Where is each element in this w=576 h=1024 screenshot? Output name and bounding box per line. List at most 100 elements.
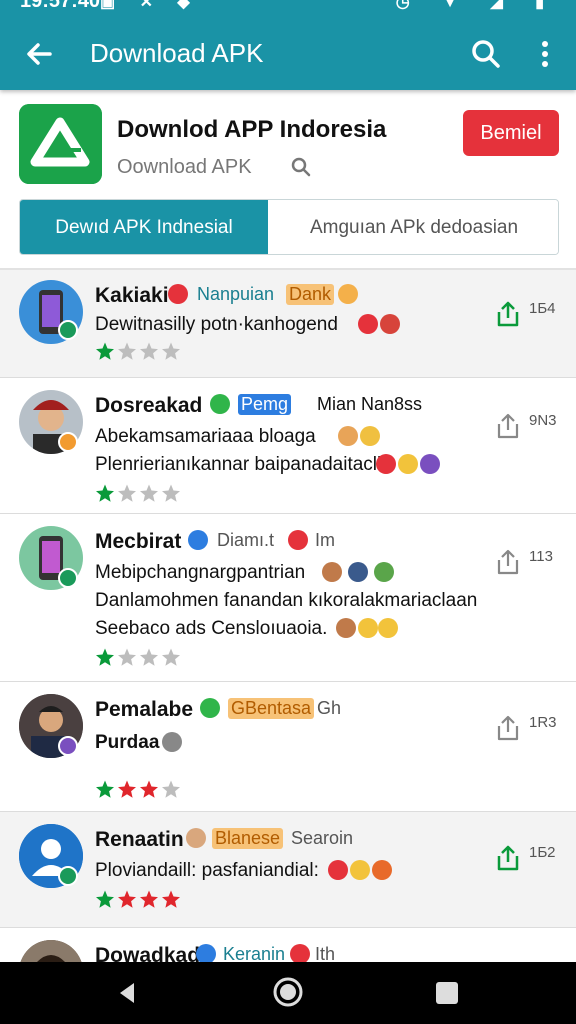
item-description: Plenrierianıkannar baipanadaitacll — [95, 454, 382, 475]
emoji-icon — [380, 314, 400, 334]
emoji-icon — [358, 618, 378, 638]
emoji-icon — [328, 860, 348, 880]
app-logo-icon — [19, 104, 102, 184]
item-title: Dowadkad — [95, 944, 201, 962]
item-tag-secondary: Searoin — [291, 828, 354, 848]
emoji-icon — [376, 454, 396, 474]
share-icon[interactable] — [494, 412, 522, 440]
star-empty-icon — [162, 342, 180, 360]
emoji-icon — [196, 944, 216, 962]
verified-icon — [58, 568, 78, 588]
share-icon[interactable] — [494, 300, 522, 328]
star-filled-icon — [96, 780, 114, 798]
rating-stars — [96, 648, 180, 666]
nav-recents-icon[interactable] — [436, 982, 458, 1004]
status-bar: 19:57:40 ▣ ✕ ◆ ◷ ▼ ◢ ▮ — [0, 0, 576, 12]
nav-home-icon[interactable] — [272, 976, 304, 1008]
share-icon[interactable] — [494, 714, 522, 742]
emoji-icon — [188, 530, 208, 550]
star-empty-icon — [162, 484, 180, 502]
list-item[interactable]: Dowadkad Keranin Ith — [0, 928, 576, 962]
system-nav-bar — [0, 962, 576, 1024]
item-tag: Keranin — [223, 944, 286, 962]
primary-action-button[interactable]: Bemiel — [463, 110, 559, 156]
star-filled-icon — [96, 342, 114, 360]
tab-apk-indonesia[interactable]: Dewıd APK Indnesial — [20, 200, 268, 254]
star-filled-icon — [96, 484, 114, 502]
emoji-icon — [290, 944, 310, 962]
app-bar: Download APK — [0, 22, 576, 86]
list-item[interactable]: Mecbirat Diamı.t Im Mebipchangnargpantri… — [0, 514, 576, 682]
app-name: Downlod APP Indoresia — [117, 116, 387, 143]
item-tag-secondary: Mian Nan8ss — [317, 394, 423, 414]
search-icon[interactable] — [466, 34, 506, 74]
item-title: Mecbirat — [95, 530, 182, 553]
star-filled-icon — [96, 648, 114, 666]
share-icon[interactable] — [494, 844, 522, 872]
emoji-icon — [338, 284, 358, 304]
star-filled-icon — [118, 780, 136, 798]
download-count: 1Б4 — [529, 300, 556, 317]
share-icon[interactable] — [494, 548, 522, 576]
emoji-icon — [372, 860, 392, 880]
tab-apk-other[interactable]: Amguıan APk dedoasian — [268, 200, 558, 254]
emoji-icon — [288, 530, 308, 550]
list-item[interactable]: Renaatin Blanese Searoin Ploviandaill: p… — [0, 812, 576, 928]
item-title: Kakiaki — [95, 284, 169, 307]
verified-icon — [58, 320, 78, 340]
download-count: 1R3 — [529, 714, 557, 731]
app-header: Downlod APP Indoresia Oownload APK Bemie… — [0, 96, 576, 196]
emoji-icon — [348, 562, 368, 582]
item-tag-secondary: Gh — [317, 698, 342, 718]
item-description: Mebipchangnargpantrian — [95, 562, 306, 583]
tab-bar: Dewıd APK Indnesial Amguıan APk dedoasia… — [19, 199, 559, 255]
star-empty-icon — [118, 648, 136, 666]
item-description: Purdaa — [95, 732, 160, 753]
download-count: 113 — [529, 548, 553, 565]
emoji-icon — [374, 562, 394, 582]
item-tag: Diamı.t — [217, 530, 275, 550]
system-status-icons: ◷ ▼ ◢ ▮ — [395, 0, 558, 11]
rating-stars — [96, 780, 180, 798]
emoji-icon — [398, 454, 418, 474]
avatar — [19, 940, 83, 962]
item-description: Seebaco ads Censloıuaoia. — [95, 618, 328, 639]
star-filled-icon — [118, 890, 136, 908]
star-filled-icon — [162, 890, 180, 908]
star-empty-icon — [162, 648, 180, 666]
list-item[interactable]: Pemalabe GBentasa Gh Purdaa 1R3 — [0, 682, 576, 812]
item-description: Danlamohmen fanandan kıkoralakmariaclaan — [95, 590, 478, 611]
rating-stars — [96, 484, 180, 502]
emoji-icon — [168, 284, 188, 304]
more-vert-icon[interactable] — [530, 34, 560, 74]
emoji-icon — [360, 426, 380, 446]
star-empty-icon — [140, 484, 158, 502]
item-tag-secondary: Dank — [286, 284, 335, 305]
nav-back-icon[interactable] — [114, 980, 140, 1006]
item-tag: Blanese — [212, 828, 284, 849]
star-empty-icon — [118, 342, 136, 360]
emoji-icon — [378, 618, 398, 638]
search-icon[interactable] — [290, 156, 312, 178]
item-title: Renaatin — [95, 828, 184, 851]
emoji-icon — [322, 562, 342, 582]
rating-stars — [96, 342, 180, 360]
download-count: 9Ν3 — [529, 412, 557, 429]
list-item[interactable]: Dosreakad Pemg Mian Nan8ss Abekamsamaria… — [0, 378, 576, 514]
emoji-icon — [358, 314, 378, 334]
back-arrow-icon[interactable] — [20, 34, 60, 74]
emoji-icon — [162, 732, 182, 752]
item-description: Dewitnasilly potn·kanhogend — [95, 314, 338, 335]
list-item[interactable]: Kakiaki Nanpuian Dank Dewitnasilly potn·… — [0, 270, 576, 378]
item-tag: Pemg — [238, 394, 292, 415]
item-description: Ploviandaill: pasfaniandial: — [95, 860, 319, 881]
emoji-icon — [186, 828, 206, 848]
verified-icon — [58, 736, 78, 756]
verified-icon — [58, 432, 78, 452]
emoji-icon — [336, 618, 356, 638]
emoji-icon — [338, 426, 358, 446]
screen: 19:57:40 ▣ ✕ ◆ ◷ ▼ ◢ ▮ Download APK Down… — [0, 0, 576, 1024]
star-empty-icon — [140, 342, 158, 360]
item-title: Pemalabe — [95, 698, 194, 721]
emoji-icon — [210, 394, 230, 414]
